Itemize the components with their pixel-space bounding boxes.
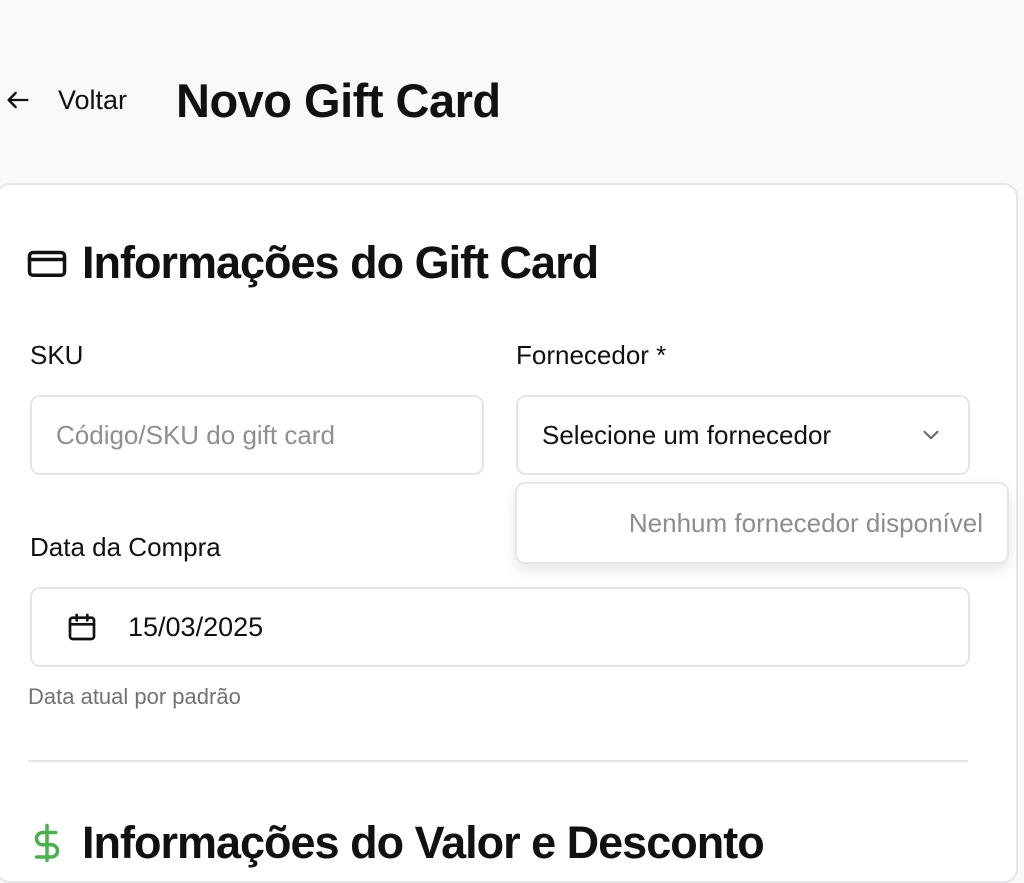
section-header-value-discount: Informações do Valor e Desconto (26, 815, 765, 871)
purchase-date-field[interactable]: 15/03/2025 (30, 587, 970, 667)
supplier-select[interactable]: Selecione um fornecedor (516, 395, 970, 475)
chevron-down-icon (923, 430, 939, 440)
sku-label: SKU (30, 340, 84, 370)
sku-input[interactable] (32, 397, 482, 473)
dollar-icon (34, 823, 60, 863)
back-button[interactable]: Voltar (4, 80, 127, 120)
section-header-gift-card-info: Informações do Gift Card (26, 235, 599, 291)
supplier-empty-option: Nenhum fornecedor disponível (628, 507, 983, 538)
page-header: Voltar Novo Gift Card (0, 0, 1024, 184)
purchase-date-label: Data da Compra (30, 532, 221, 562)
section-title: Informações do Gift Card (82, 237, 599, 288)
sku-field (30, 395, 484, 475)
section-divider (28, 760, 968, 762)
arrow-left-icon (7, 91, 29, 109)
purchase-date-help: Data atual por padrão (28, 684, 241, 709)
supplier-selected-value: Selecione um fornecedor (542, 419, 832, 450)
credit-card-icon (27, 250, 67, 277)
back-label: Voltar (58, 84, 128, 115)
supplier-label: Fornecedor * (516, 340, 667, 370)
purchase-date-value: 15/03/2025 (128, 611, 264, 642)
page-title: Novo Gift Card (176, 74, 501, 127)
section-title: Informações do Valor e Desconto (82, 817, 765, 868)
calendar-icon (68, 613, 96, 641)
supplier-dropdown: Nenhum fornecedor disponível (515, 482, 1009, 564)
